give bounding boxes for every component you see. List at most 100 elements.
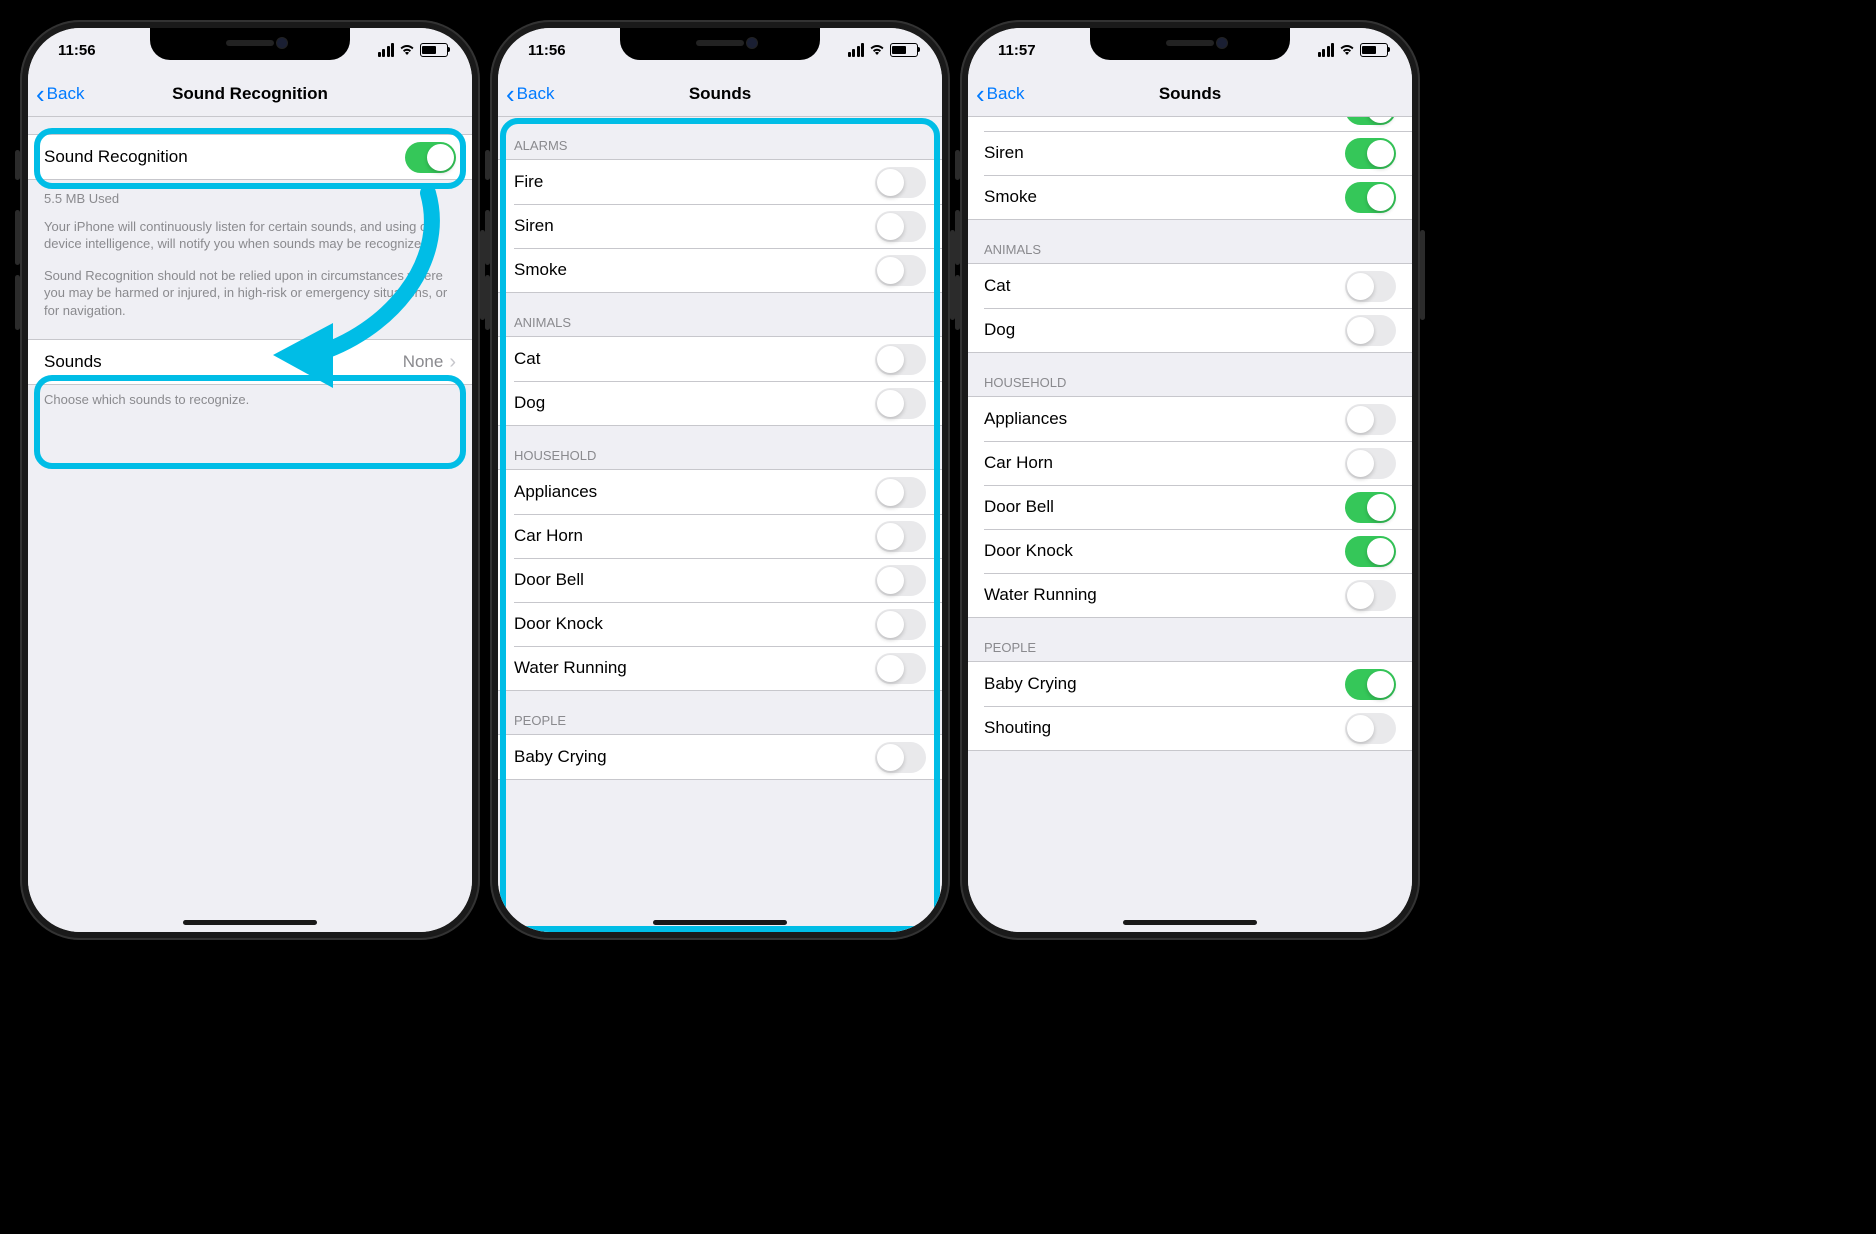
sound-row-car-horn[interactable]: Car Horn xyxy=(498,514,942,558)
sound-toggle-siren[interactable] xyxy=(875,211,926,242)
sound-row-shouting[interactable]: Shouting xyxy=(968,706,1412,750)
back-button[interactable]: ‹ Back xyxy=(28,84,84,105)
sound-toggle-water-running[interactable] xyxy=(1345,580,1396,611)
page-title: Sounds xyxy=(498,84,942,104)
sound-label: Car Horn xyxy=(514,526,875,546)
sound-label: Smoke xyxy=(514,260,875,280)
battery-icon xyxy=(420,43,448,57)
section-header-household: HOUSEHOLD xyxy=(968,353,1412,396)
section-header-household: HOUSEHOLD xyxy=(498,426,942,469)
sound-toggle-door-knock[interactable] xyxy=(1345,536,1396,567)
cellular-signal-icon xyxy=(1318,43,1335,57)
sound-toggle-baby-crying[interactable] xyxy=(1345,669,1396,700)
chevron-left-icon: ‹ xyxy=(506,84,515,105)
sound-toggle-shouting[interactable] xyxy=(1345,713,1396,744)
back-button[interactable]: ‹ Back xyxy=(498,84,554,105)
sound-label: Door Bell xyxy=(984,497,1345,517)
sound-label: Car Horn xyxy=(984,453,1345,473)
sound-toggle-fire[interactable] xyxy=(1345,116,1396,125)
sound-toggle-door-knock[interactable] xyxy=(875,609,926,640)
battery-icon xyxy=(890,43,918,57)
chevron-left-icon: ‹ xyxy=(36,84,45,105)
toggle-label: Sound Recognition xyxy=(44,147,405,167)
home-indicator[interactable] xyxy=(1123,920,1257,925)
sound-label: Door Bell xyxy=(514,570,875,590)
sound-toggle-car-horn[interactable] xyxy=(875,521,926,552)
back-label: Back xyxy=(47,84,85,104)
sound-toggle-siren[interactable] xyxy=(1345,138,1396,169)
sound-row-door-bell[interactable]: Door Bell xyxy=(968,485,1412,529)
sound-label: Baby Crying xyxy=(514,747,875,767)
home-indicator[interactable] xyxy=(183,920,317,925)
sound-toggle-car-horn[interactable] xyxy=(1345,448,1396,479)
sound-toggle-cat[interactable] xyxy=(875,344,926,375)
sound-toggle-door-bell[interactable] xyxy=(875,565,926,596)
sound-row-water-running[interactable]: Water Running xyxy=(968,573,1412,617)
back-button[interactable]: ‹ Back xyxy=(968,84,1024,105)
sound-row-siren[interactable]: Siren xyxy=(498,204,942,248)
sound-label: Water Running xyxy=(984,585,1345,605)
sound-label: Door Knock xyxy=(514,614,875,634)
sound-row-dog[interactable]: Dog xyxy=(498,381,942,425)
sound-label: Water Running xyxy=(514,658,875,678)
battery-icon xyxy=(1360,43,1388,57)
sound-label: Siren xyxy=(514,216,875,236)
nav-bar: ‹ Back Sounds xyxy=(498,72,942,117)
sound-toggle-dog[interactable] xyxy=(1345,315,1396,346)
sound-row-baby-crying[interactable]: Baby Crying xyxy=(968,662,1412,706)
nav-bar: ‹ Back Sound Recognition xyxy=(28,72,472,117)
wifi-icon xyxy=(399,44,415,56)
sound-toggle-smoke[interactable] xyxy=(875,255,926,286)
sound-toggle-door-bell[interactable] xyxy=(1345,492,1396,523)
sound-label: Baby Crying xyxy=(984,674,1345,694)
sounds-row-label: Sounds xyxy=(44,352,403,372)
sound-row-fire[interactable]: Fire xyxy=(498,160,942,204)
sound-row-door-knock[interactable]: Door Knock xyxy=(968,529,1412,573)
section-header-animals: ANIMALS xyxy=(968,220,1412,263)
sounds-footer: Choose which sounds to recognize. xyxy=(28,385,472,413)
chevron-left-icon: ‹ xyxy=(976,84,985,105)
sound-row-cat[interactable]: Cat xyxy=(498,337,942,381)
chevron-right-icon: › xyxy=(449,351,456,374)
sound-row-cat[interactable]: Cat xyxy=(968,264,1412,308)
storage-used-label: 5.5 MB Used xyxy=(28,180,472,212)
sound-label: Fire xyxy=(514,172,875,192)
sound-label: Cat xyxy=(984,276,1345,296)
sound-toggle-baby-crying[interactable] xyxy=(875,742,926,773)
cellular-signal-icon xyxy=(378,43,395,57)
sound-toggle-fire[interactable] xyxy=(875,167,926,198)
sound-recognition-toggle-row[interactable]: Sound Recognition xyxy=(28,135,472,179)
wifi-icon xyxy=(1339,44,1355,56)
page-title: Sounds xyxy=(968,84,1412,104)
sound-row-siren[interactable]: Siren xyxy=(968,131,1412,175)
sound-toggle-cat[interactable] xyxy=(1345,271,1396,302)
sound-row-car-horn[interactable]: Car Horn xyxy=(968,441,1412,485)
sound-row-smoke[interactable]: Smoke xyxy=(498,248,942,292)
sound-row-dog[interactable]: Dog xyxy=(968,308,1412,352)
sound-toggle-appliances[interactable] xyxy=(875,477,926,508)
sound-toggle-appliances[interactable] xyxy=(1345,404,1396,435)
sound-row-baby-crying[interactable]: Baby Crying xyxy=(498,735,942,779)
sound-recognition-desc-2: Sound Recognition should not be relied u… xyxy=(28,257,472,324)
status-time: 11:57 xyxy=(998,42,1058,59)
sound-recognition-toggle[interactable] xyxy=(405,142,456,173)
sound-row-fire[interactable]: Fire xyxy=(968,116,1412,131)
sound-toggle-water-running[interactable] xyxy=(875,653,926,684)
sound-row-door-knock[interactable]: Door Knock xyxy=(498,602,942,646)
sound-label: Dog xyxy=(514,393,875,413)
sound-row-water-running[interactable]: Water Running xyxy=(498,646,942,690)
section-header-alarms: ALARMS xyxy=(498,116,942,159)
home-indicator[interactable] xyxy=(653,920,787,925)
back-label: Back xyxy=(517,84,555,104)
sound-toggle-smoke[interactable] xyxy=(1345,182,1396,213)
sound-row-door-bell[interactable]: Door Bell xyxy=(498,558,942,602)
section-header-people: PEOPLE xyxy=(968,618,1412,661)
sound-row-appliances[interactable]: Appliances xyxy=(498,470,942,514)
back-label: Back xyxy=(987,84,1025,104)
sounds-row[interactable]: Sounds None › xyxy=(28,340,472,384)
sound-toggle-dog[interactable] xyxy=(875,388,926,419)
sound-recognition-desc-1: Your iPhone will continuously listen for… xyxy=(28,212,472,257)
sound-row-smoke[interactable]: Smoke xyxy=(968,175,1412,219)
sound-row-appliances[interactable]: Appliances xyxy=(968,397,1412,441)
cellular-signal-icon xyxy=(848,43,865,57)
